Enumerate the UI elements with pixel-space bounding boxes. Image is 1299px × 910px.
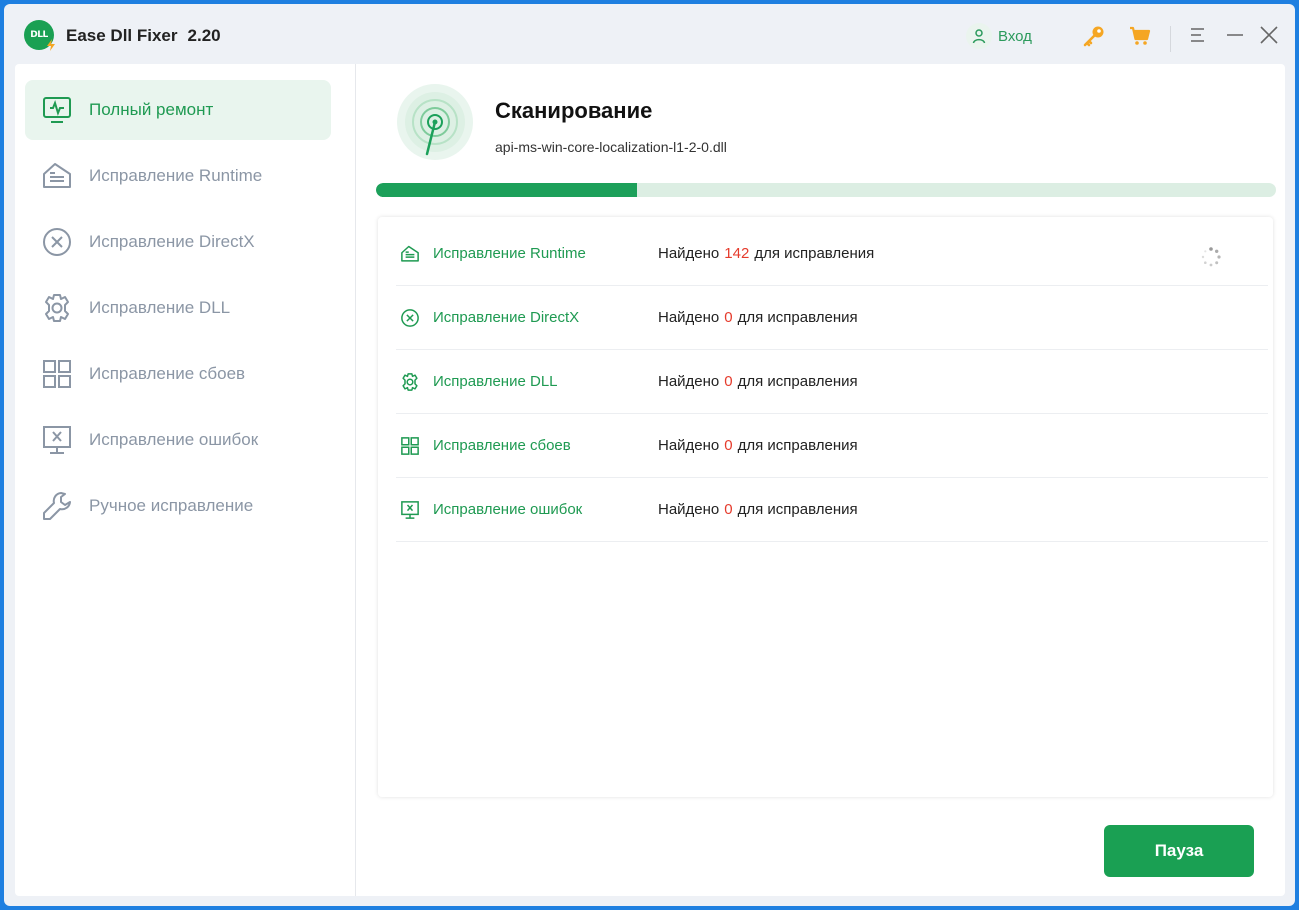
login-button[interactable]: Вход (966, 21, 1032, 51)
scan-current-file: api-ms-win-core-localization-l1-2-0.dll (495, 139, 727, 155)
result-row-crashes: Исправление сбоев Найдено 0 для исправлени… (396, 414, 1268, 478)
gear-icon (399, 371, 421, 393)
result-label: Исправление ошибок (433, 501, 583, 518)
found-count: 142 (724, 245, 750, 262)
found-suffix: для исправления (754, 245, 875, 262)
found-prefix: Найдено (658, 437, 720, 454)
found-count: 0 (724, 501, 733, 518)
sidebar-item-label: Полный ремонт (89, 100, 214, 119)
sidebar-item-label: Исправление сбоев (89, 364, 246, 383)
result-label: Исправление сбоев (433, 437, 571, 454)
sidebar: Полный ремонт Исправление Runtime Исправ… (15, 64, 356, 896)
result-status: Найдено 0 для исправления (658, 373, 858, 390)
scan-radar-icon (397, 84, 473, 160)
sidebar-item-dll[interactable]: Исправление DLL (25, 278, 331, 338)
result-row-errors: Исправление ошибок Найдено 0 для исправлен… (396, 478, 1268, 542)
gear-icon (39, 290, 75, 326)
key-icon[interactable] (1082, 24, 1106, 48)
result-status: Найдено 0 для исправления (658, 309, 858, 326)
minimize-icon[interactable] (1224, 24, 1246, 46)
sidebar-item-directx[interactable]: Исправление DirectX (25, 212, 331, 272)
result-label: Исправление DLL (433, 373, 558, 390)
found-prefix: Найдено (658, 309, 720, 326)
result-label: Исправление DirectX (433, 309, 580, 326)
app-name: Ease Dll Fixer (66, 26, 178, 45)
monitor-x-icon (399, 499, 421, 521)
sidebar-item-runtime[interactable]: Исправление Runtime (25, 146, 331, 206)
found-count: 0 (724, 309, 733, 326)
monitor-x-icon (39, 422, 75, 458)
result-row-directx: Исправление DirectX Найдено 0 для исправле… (396, 286, 1268, 350)
found-suffix: для исправления (737, 437, 858, 454)
result-label: Исправление Runtime (433, 245, 586, 262)
found-suffix: для исправления (737, 309, 858, 326)
user-icon (966, 23, 992, 49)
app-title: Ease Dll Fixer 2.20 (66, 26, 221, 46)
found-suffix: для исправления (737, 501, 858, 518)
sidebar-item-errors[interactable]: Исправление ошибок (25, 410, 331, 470)
app-version: 2.20 (187, 26, 221, 45)
sidebar-item-full-repair[interactable]: Полный ремонт (25, 80, 331, 140)
scan-title: Сканирование (495, 98, 653, 123)
title-bar: DLL Ease Dll Fixer 2.20 Вход (4, 4, 1295, 62)
login-label: Вход (998, 27, 1032, 45)
grid-icon (399, 435, 421, 457)
scan-progress-bar (376, 183, 1276, 197)
app-logo: DLL (24, 20, 55, 51)
scan-progress-fill (376, 183, 637, 197)
found-count: 0 (724, 437, 733, 454)
content-panel: Полный ремонт Исправление Runtime Исправ… (15, 64, 1285, 896)
runtime-icon (399, 243, 421, 265)
circle-x-icon (39, 224, 75, 260)
wrench-icon (39, 488, 75, 524)
menu-icon[interactable] (1188, 24, 1210, 46)
grid-icon (39, 356, 75, 392)
found-prefix: Найдено (658, 245, 720, 262)
close-icon[interactable] (1258, 24, 1280, 46)
sidebar-item-label: Исправление DirectX (89, 232, 255, 251)
app-window: DLL Ease Dll Fixer 2.20 Вход Полный ремо… (4, 4, 1295, 906)
result-row-dll: Исправление DLL Найдено 0 для исправления (396, 350, 1268, 414)
sidebar-item-label: Исправление ошибок (89, 430, 259, 449)
cart-icon[interactable] (1128, 24, 1152, 48)
result-status: Найдено 0 для исправления (658, 437, 858, 454)
main-area: Сканирование api-ms-win-core-localizatio… (357, 64, 1285, 896)
result-row-runtime: Исправление Runtime Найдено 142 для исправ… (396, 222, 1268, 286)
pause-button[interactable]: Пауза (1104, 825, 1254, 877)
result-status: Найдено 0 для исправления (658, 501, 858, 518)
monitor-pulse-icon (39, 92, 75, 128)
sidebar-item-label: Исправление Runtime (89, 166, 263, 185)
result-status: Найдено 142 для исправления (658, 245, 874, 262)
sidebar-item-label: Ручное исправление (89, 496, 254, 515)
results-card: Исправление Runtime Найдено 142 для исправ… (378, 217, 1273, 797)
found-suffix: для исправления (737, 373, 858, 390)
runtime-icon (39, 158, 75, 194)
found-prefix: Найдено (658, 501, 720, 518)
bolt-icon (47, 39, 55, 51)
title-separator (1170, 26, 1171, 52)
sidebar-item-label: Исправление DLL (89, 298, 231, 317)
circle-x-icon (399, 307, 421, 329)
sidebar-item-crashes[interactable]: Исправление сбоев (25, 344, 331, 404)
loading-spinner-icon (1201, 247, 1221, 267)
found-prefix: Найдено (658, 373, 720, 390)
found-count: 0 (724, 373, 733, 390)
sidebar-item-manual[interactable]: Ручное исправление (25, 476, 331, 536)
